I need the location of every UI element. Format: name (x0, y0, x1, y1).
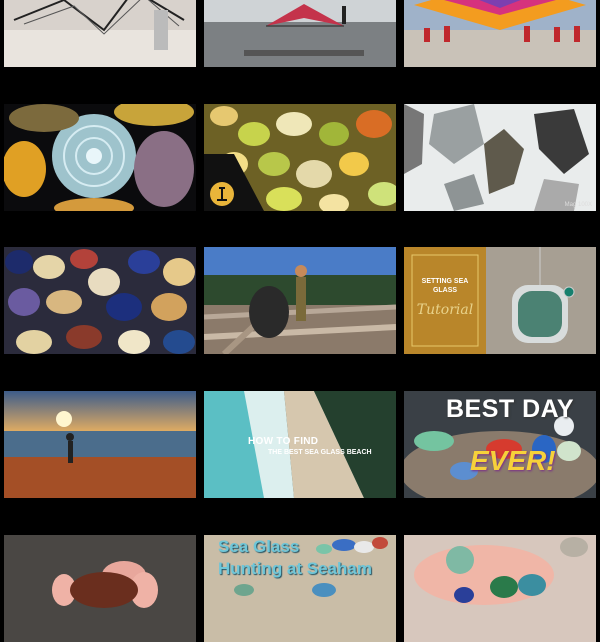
thumbnail-kite-team[interactable] (404, 0, 596, 67)
best-day-title: BEST DAY (446, 395, 575, 423)
hand-colorful-glass-image (404, 535, 596, 642)
thumbnail-setting-sea-glass-tutorial[interactable]: SETTING SEA GLASS Tutorial (404, 247, 596, 354)
driftwood-beach-image (204, 247, 396, 354)
thumbnail-sand-micro-3[interactable]: Mag 100X (404, 104, 596, 211)
hand-holding-glass-image (4, 535, 196, 642)
thumbnail-seaham-sea-glass[interactable]: Sea Glass Hunting at Seaham (204, 535, 396, 642)
tutorial-label: Tutorial (416, 302, 474, 318)
sea-glass-pendant-image (404, 247, 596, 354)
magnification-label: Mag 100X (564, 202, 592, 208)
thumbnail-beach-pebbles[interactable] (4, 247, 196, 354)
ever-title: EVER! (470, 445, 556, 476)
kite-team-image (404, 0, 596, 67)
thumbnail-best-day-ever[interactable]: BEST DAY EVER! (404, 391, 596, 498)
seaham-title-line2: Hunting at Seaham (218, 559, 372, 578)
thumbnail-sand-micro-2[interactable] (204, 104, 396, 211)
thumbnail-how-to-find-beach[interactable]: HOW TO FIND THE BEST SEA GLASS BEACH (204, 391, 396, 498)
thumbnail-sand-micro-1[interactable] (4, 104, 196, 211)
thumbnail-kite-beach[interactable] (204, 0, 396, 67)
sand-grains-100x-image (404, 104, 596, 211)
kite-indoor-image (4, 0, 196, 67)
thumbnail-kite-indoor[interactable] (4, 0, 196, 67)
thumbnail-hand-sea-glass-colors[interactable] (404, 535, 596, 642)
thumbnail-sunset-beach[interactable] (4, 391, 196, 498)
video-thumbnail-grid: Mag 100X SETTING SEA GLASS Tutorial HOW … (0, 0, 600, 642)
sand-grains-image (4, 104, 196, 211)
how-to-find-subtitle: THE BEST SEA GLASS BEACH (268, 449, 372, 456)
thumbnail-driftwood-beach[interactable] (204, 247, 396, 354)
sunset-beach-image (4, 391, 196, 498)
setting-sea-glass-title: SETTING SEA GLASS (421, 278, 469, 294)
how-to-find-title: HOW TO FIND (248, 436, 319, 447)
seaham-title-line1: Sea Glass (218, 537, 300, 556)
sand-crystals-image (204, 104, 396, 211)
kite-beach-image (204, 0, 396, 67)
beach-pebbles-image (4, 247, 196, 354)
thumbnail-hand-sea-glass[interactable] (4, 535, 196, 642)
